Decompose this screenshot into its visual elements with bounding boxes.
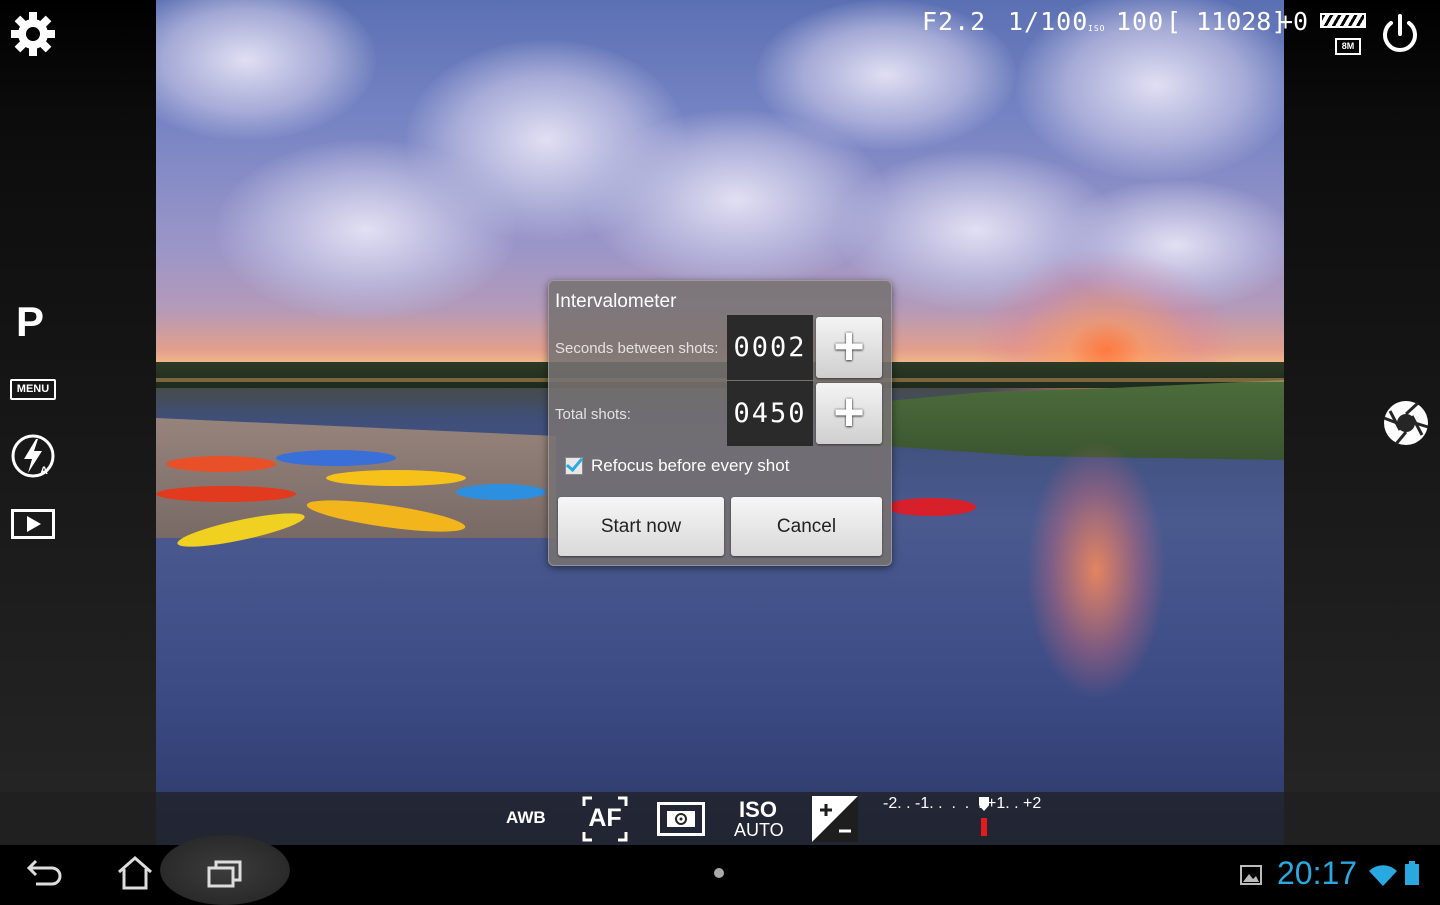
clock: 20:17: [1277, 855, 1358, 891]
mode-p-button[interactable]: P: [16, 298, 44, 346]
seconds-between-shots-value[interactable]: 0002: [727, 315, 813, 380]
page-indicator-dot: [714, 868, 724, 878]
iso-readout: 100: [1116, 7, 1165, 36]
ev-scale-readout: -2. . -1. . . . . +1. . +2: [883, 795, 1042, 812]
white-balance-button[interactable]: AWB: [506, 808, 546, 828]
autofocus-button[interactable]: AF: [582, 796, 628, 842]
menu-button[interactable]: MENU: [10, 379, 56, 400]
autofocus-label: AF: [588, 804, 622, 832]
iso-label: ISO: [1088, 24, 1106, 33]
power-icon[interactable]: [1380, 13, 1420, 55]
dialog-title: Intervalometer: [555, 291, 677, 312]
iso-button-top-label: ISO: [739, 797, 777, 822]
gallery-notification-icon: [1240, 865, 1262, 885]
recent-apps-icon[interactable]: [207, 859, 243, 889]
home-icon[interactable]: [116, 855, 154, 891]
total-shots-increment-button[interactable]: +: [816, 383, 882, 444]
shots-remaining-readout: [ 11028]: [1166, 7, 1287, 36]
cancel-button[interactable]: Cancel: [731, 497, 882, 556]
gear-icon[interactable]: [10, 11, 56, 57]
iso-auto-button[interactable]: ISO AUTO: [734, 797, 784, 842]
seconds-increment-button[interactable]: +: [816, 317, 882, 378]
system-navigation-bar: 20:17: [0, 835, 1440, 905]
seconds-between-shots-label: Seconds between shots:: [555, 340, 719, 357]
shutter-button[interactable]: [1382, 399, 1430, 447]
total-shots-value[interactable]: 0450: [727, 381, 813, 446]
wifi-icon: [1368, 865, 1398, 887]
svg-text:A: A: [40, 465, 48, 477]
ev-indicator-bar: [981, 818, 987, 836]
back-icon[interactable]: [26, 857, 64, 889]
left-sidebar: P MENU A: [0, 0, 156, 845]
aperture-readout: F2.2: [922, 7, 987, 36]
storage-size-icon: 8M: [1335, 38, 1361, 55]
play-icon[interactable]: [11, 509, 55, 539]
intervalometer-dialog: Intervalometer Seconds between shots: 00…: [548, 280, 892, 566]
start-now-button[interactable]: Start now: [558, 497, 724, 556]
battery-icon: [1320, 13, 1366, 28]
flash-auto-icon[interactable]: A: [10, 433, 56, 479]
iso-button-bottom-label: AUTO: [734, 820, 784, 840]
metering-mode-icon[interactable]: [657, 802, 705, 836]
total-shots-label: Total shots:: [555, 406, 631, 423]
refocus-checkbox[interactable]: [565, 457, 583, 475]
refocus-label[interactable]: Refocus before every shot: [591, 456, 789, 476]
right-sidebar: [1284, 0, 1440, 845]
exposure-compensation-icon[interactable]: [812, 796, 858, 842]
battery-status-icon: [1405, 861, 1419, 885]
exposure-comp-readout: +0: [1278, 7, 1309, 36]
shutter-readout: 1/100: [1008, 7, 1089, 36]
